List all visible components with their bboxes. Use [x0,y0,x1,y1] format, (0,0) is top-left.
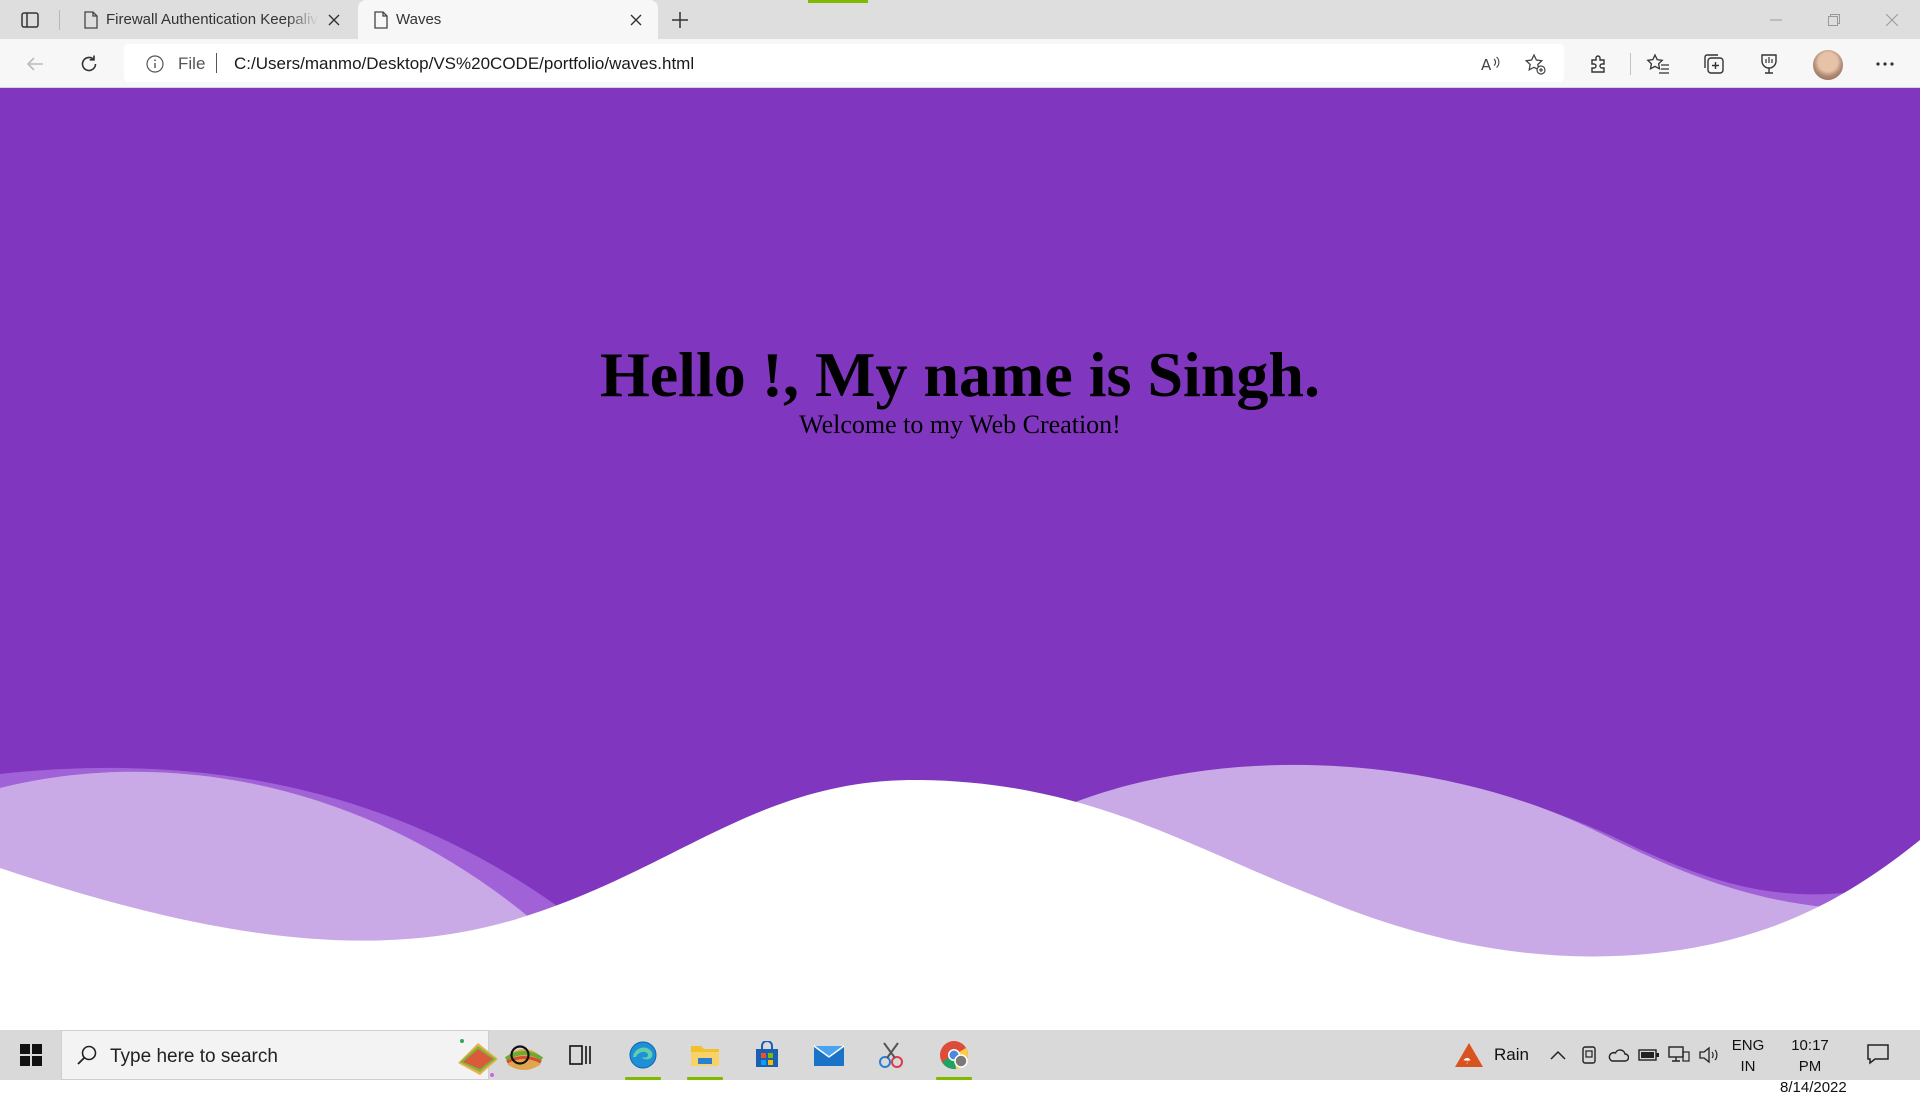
read-aloud-icon[interactable]: A [1480,53,1502,75]
input-language-button[interactable]: ENG IN [1728,1035,1768,1077]
close-window-button[interactable] [1864,0,1920,39]
restore-icon [1828,13,1840,26]
task-view-button[interactable] [556,1034,604,1076]
tab-firewall[interactable]: Firewall Authentication Keepalive [68,0,356,39]
search-icon [76,1044,98,1071]
network-button[interactable] [1668,1030,1690,1080]
onedrive-cloud-icon [1608,1049,1629,1062]
windows-logo-icon [20,1044,42,1066]
hero-subtitle: Welcome to my Web Creation! [799,410,1121,439]
svg-text:☂: ☂ [1463,1057,1471,1067]
tab-actions-button[interactable] [15,8,45,32]
extensions-button[interactable] [1584,49,1614,79]
close-icon [1886,13,1898,26]
mail-button[interactable] [805,1034,853,1076]
close-tab-icon[interactable] [324,10,344,30]
page-icon [84,11,98,33]
file-explorer-icon [691,1046,719,1066]
tab-strip: Firewall Authentication Keepalive Waves [0,0,1920,39]
show-hidden-icons-button[interactable] [1550,1030,1566,1080]
tab-loading-indicator [808,0,868,3]
clock-button[interactable]: 10:17 PM 8/14/2022 [1780,1035,1847,1098]
back-button[interactable] [20,49,50,79]
onedrive-button[interactable] [1607,1030,1629,1080]
hero-title: Hello !, My name is Singh. [599,339,1321,410]
collections-icon [1704,54,1724,74]
settings-menu-button[interactable] [1870,49,1900,79]
profile-avatar[interactable] [1813,50,1843,80]
cortana-icon [510,1045,530,1065]
wave-graphic [0,764,1920,1030]
restore-button[interactable] [1806,0,1862,39]
network-icon [1668,1046,1690,1062]
battery-icon [1638,1049,1659,1061]
taskbar: Type here to search ☂ Rain ENG IN 10:17 … [0,1030,1920,1096]
snipping-tool-button[interactable] [867,1034,915,1076]
region-code: IN [1740,1058,1756,1075]
speaker-icon [1699,1046,1718,1064]
notifications-button[interactable] [1866,1042,1890,1071]
minimize-button[interactable] [1748,0,1804,39]
start-button[interactable] [8,1035,54,1075]
search-placeholder: Type here to search [110,1046,278,1067]
chrome-icon [940,1041,968,1070]
refresh-button[interactable] [74,49,104,79]
info-icon[interactable] [146,55,164,78]
scheme-label: File [178,54,206,73]
browser-toolbar: File C:/Users/manmo/Desktop/VS%20CODE/po… [0,39,1920,88]
edge-icon [629,1041,657,1069]
volume-button[interactable] [1698,1030,1720,1080]
tab-actions-icon [21,12,39,28]
plus-icon [672,12,688,28]
clock-date: 8/14/2022 [1780,1079,1847,1096]
taskbar-search-box[interactable]: Type here to search [61,1030,544,1080]
address-bar[interactable]: File C:/Users/manmo/Desktop/VS%20CODE/po… [124,44,1564,82]
notification-icon [1867,1044,1889,1065]
address-separator [216,53,217,73]
tab-waves[interactable]: Waves [358,0,658,39]
device-icon [1582,1046,1596,1064]
clock-time: 10:17 PM [1791,1037,1829,1075]
task-view-icon [569,1045,591,1065]
refresh-icon [81,55,97,72]
puzzle-icon [1591,55,1605,73]
rain-warning-icon: ☂ [1455,1043,1483,1067]
tab-separator [59,10,60,30]
language-code: ENG [1731,1037,1765,1054]
svg-text:A: A [1481,56,1492,73]
new-tab-button[interactable] [666,6,694,34]
cortana-button[interactable] [496,1034,544,1076]
browser-essentials-button[interactable] [1754,49,1784,79]
store-button[interactable] [743,1034,791,1076]
page-icon [374,11,388,33]
weather-widget[interactable]: ☂ Rain [1454,1030,1529,1080]
edge-taskbar-button[interactable] [619,1034,667,1080]
back-arrow-icon [26,57,43,71]
meet-now-icon-button[interactable] [1580,1030,1598,1080]
favorites-icon [1646,53,1669,74]
tab-title: Firewall Authentication Keepalive [106,11,318,28]
page-viewport: Hello !, My name is Singh. Welcome to my… [0,88,1920,1030]
snipping-tool-icon [879,1042,903,1068]
file-explorer-button[interactable] [681,1034,729,1080]
heart-pulse-icon [1761,54,1777,74]
toolbar-divider [1630,53,1631,75]
mail-icon [813,1045,845,1066]
chrome-button[interactable] [930,1034,978,1080]
add-favorite-icon[interactable] [1524,53,1546,75]
store-icon [756,1041,778,1067]
weather-label: Rain [1494,1045,1529,1064]
more-icon [1876,62,1894,66]
battery-button[interactable] [1638,1030,1660,1080]
close-tab-icon[interactable] [626,10,646,30]
collections-button[interactable] [1699,49,1729,79]
favorites-button[interactable] [1643,49,1673,79]
tab-title: Waves [396,11,442,28]
chevron-up-icon [1550,1050,1566,1060]
minimize-icon [1770,19,1782,20]
url-text[interactable]: C:/Users/manmo/Desktop/VS%20CODE/portfol… [234,54,694,74]
